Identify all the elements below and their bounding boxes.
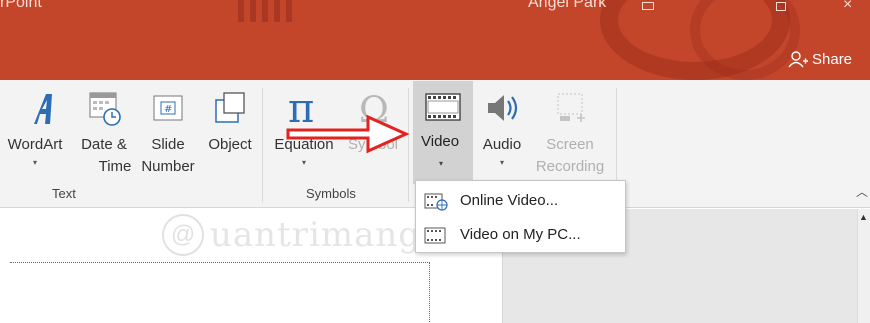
film-strip-icon xyxy=(425,93,461,121)
speaker-icon xyxy=(488,95,518,121)
scroll-up-icon[interactable]: ▲ xyxy=(859,212,868,222)
slide-number-label-line1: Slide xyxy=(151,136,185,153)
user-name[interactable]: Angel Park xyxy=(528,0,606,12)
wordart-icon xyxy=(34,94,52,124)
restore-window-icon[interactable] xyxy=(776,2,786,11)
calendar-clock-icon xyxy=(89,92,121,126)
audio-dropdown-icon: ▾ xyxy=(499,158,504,167)
app-title: rPoint xyxy=(0,0,42,11)
symbols-group-label: Symbols xyxy=(306,186,356,201)
share-button[interactable]: Share xyxy=(788,50,852,68)
video-dropdown-menu: Online Video... Video on My PC... xyxy=(415,180,626,253)
video-dropdown-icon: ▾ xyxy=(439,159,444,168)
text-group-label: Text xyxy=(52,186,76,201)
screen-recording-icon xyxy=(557,93,585,122)
title-decoration xyxy=(232,0,292,22)
audio-label: Audio xyxy=(482,136,522,153)
watermark-logo-icon: @ xyxy=(162,214,204,256)
collapse-ribbon-icon[interactable]: ︿ xyxy=(856,183,868,200)
wordart-button[interactable]: WordArt ▾ xyxy=(0,88,72,170)
person-add-icon xyxy=(788,51,808,68)
red-arrow-annotation xyxy=(286,114,410,154)
online-video-label: Online Video... xyxy=(460,192,559,209)
slide-number-button[interactable]: # Slide Number xyxy=(136,88,200,178)
audio-button[interactable]: Audio ▾ xyxy=(474,88,530,170)
equation-dropdown-icon: ▾ xyxy=(301,158,306,167)
film-strip-icon xyxy=(424,227,446,244)
video-on-my-pc-menu-item[interactable]: Video on My PC... xyxy=(416,219,625,251)
watermark-text: uantrimang xyxy=(210,215,422,255)
online-video-menu-item[interactable]: Online Video... xyxy=(416,185,625,217)
screen-recording-button[interactable]: Screen Recording xyxy=(530,88,610,178)
close-window-icon[interactable]: × xyxy=(843,0,852,14)
vertical-scrollbar[interactable] xyxy=(857,209,870,323)
date-time-label-line1: Date & xyxy=(81,136,127,153)
video-on-my-pc-label: Video on My PC... xyxy=(460,226,581,243)
object-icon xyxy=(215,92,245,123)
slide-number-label-line2: Number xyxy=(141,158,195,175)
slide-number-icon: # xyxy=(153,95,183,121)
ribbon-display-options-icon[interactable] xyxy=(642,2,654,10)
date-time-button[interactable]: Date & Time xyxy=(72,88,136,178)
content-placeholder[interactable] xyxy=(10,262,430,323)
wordart-dropdown-icon: ▾ xyxy=(32,158,37,167)
online-video-icon xyxy=(424,193,448,211)
title-bar: rPoint Angel Park × Share xyxy=(0,0,870,80)
date-time-label-line2: Time xyxy=(98,158,132,175)
object-button[interactable]: Object xyxy=(200,88,260,156)
screen-recording-label-line1: Screen xyxy=(546,136,594,153)
svg-text:#: # xyxy=(164,104,172,115)
video-label: Video xyxy=(421,133,460,150)
object-label: Object xyxy=(208,136,252,153)
video-button[interactable]: Video ▾ xyxy=(413,81,473,184)
share-label: Share xyxy=(812,50,853,68)
wordart-label: WordArt xyxy=(7,136,63,153)
screen-recording-label-line2: Recording xyxy=(535,158,605,175)
watermark: @ uantrimang xyxy=(162,214,421,256)
group-separator xyxy=(262,88,263,202)
